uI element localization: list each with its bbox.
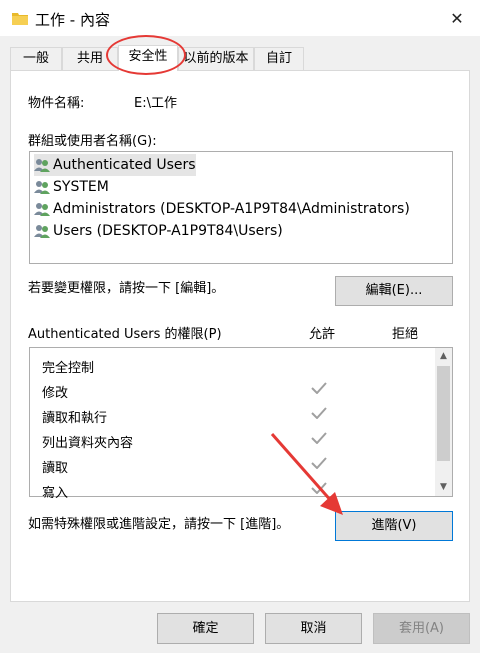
title-bar: 工作 - 內容 ✕ [0, 0, 480, 36]
list-item[interactable]: SYSTEM [34, 176, 109, 198]
perm-read: 讀取 [42, 461, 69, 476]
user-name: Users (DESKTOP-A1P9T84\Users) [53, 223, 283, 239]
scroll-up-icon[interactable]: ▲ [435, 348, 452, 365]
tab-customize[interactable]: 自訂 [254, 47, 304, 71]
edit-hint: 若要變更權限，請按一下 [編輯]。 [28, 281, 225, 296]
groups-label: 群組或使用者名稱(G): [28, 134, 157, 149]
scroll-thumb[interactable] [437, 366, 450, 461]
list-item[interactable]: Users (DESKTOP-A1P9T84\Users) [34, 220, 283, 242]
check-icon [311, 407, 327, 419]
tab-previous-versions[interactable]: 以前的版本 [178, 47, 254, 71]
permissions-scrollbar[interactable]: ▲ ▼ [435, 348, 452, 496]
perm-list-folder: 列出資料夾內容 [42, 436, 134, 451]
groups-listbox[interactable]: Authenticated Users SYSTEM Administrator… [29, 151, 453, 264]
user-name: Administrators (DESKTOP-A1P9T84\Administ… [53, 201, 410, 217]
check-icon [311, 382, 327, 394]
ok-button[interactable]: 確定 [157, 613, 254, 644]
users-icon [34, 203, 50, 216]
perm-modify: 修改 [42, 386, 69, 401]
advanced-hint: 如需特殊權限或進階設定，請按一下 [進階]。 [28, 517, 290, 532]
allow-header: 允許 [309, 327, 336, 342]
apply-button[interactable]: 套用(A) [373, 613, 470, 644]
users-icon [34, 159, 50, 172]
cancel-button[interactable]: 取消 [265, 613, 362, 644]
window-title: 工作 - 內容 [35, 11, 110, 29]
user-name: SYSTEM [53, 179, 109, 195]
folder-icon [12, 13, 28, 25]
close-icon: ✕ [450, 8, 464, 28]
security-panel: 物件名稱: E:\工作 群組或使用者名稱(G): Authenticated U… [10, 70, 470, 602]
edit-button[interactable]: 編輯(E)... [335, 276, 453, 306]
annotation-circle [106, 35, 186, 75]
perm-full-control: 完全控制 [42, 361, 95, 376]
list-item[interactable]: Administrators (DESKTOP-A1P9T84\Administ… [34, 198, 410, 220]
list-item[interactable]: Authenticated Users [34, 154, 196, 176]
permissions-listbox[interactable]: 完全控制 修改 讀取和執行 列出資料夾內容 讀取 寫入 ▲ ▼ [29, 347, 453, 501]
advanced-button[interactable]: 進階(V) [335, 511, 453, 541]
check-icon [311, 482, 327, 494]
deny-header: 拒絕 [392, 327, 419, 342]
users-icon [34, 225, 50, 238]
check-icon [311, 432, 327, 444]
object-name-label: 物件名稱: [28, 96, 85, 111]
users-icon [34, 181, 50, 194]
close-button[interactable]: ✕ [434, 0, 480, 36]
check-icon [311, 457, 327, 469]
permissions-title: Authenticated Users 的權限(P) [28, 327, 222, 342]
object-name-value: E:\工作 [134, 96, 177, 111]
tab-general[interactable]: 一般 [10, 47, 62, 71]
user-name: Authenticated Users [53, 157, 196, 173]
scroll-down-icon[interactable]: ▼ [435, 479, 452, 496]
perm-write: 寫入 [42, 486, 69, 501]
perm-read-execute: 讀取和執行 [42, 411, 108, 426]
